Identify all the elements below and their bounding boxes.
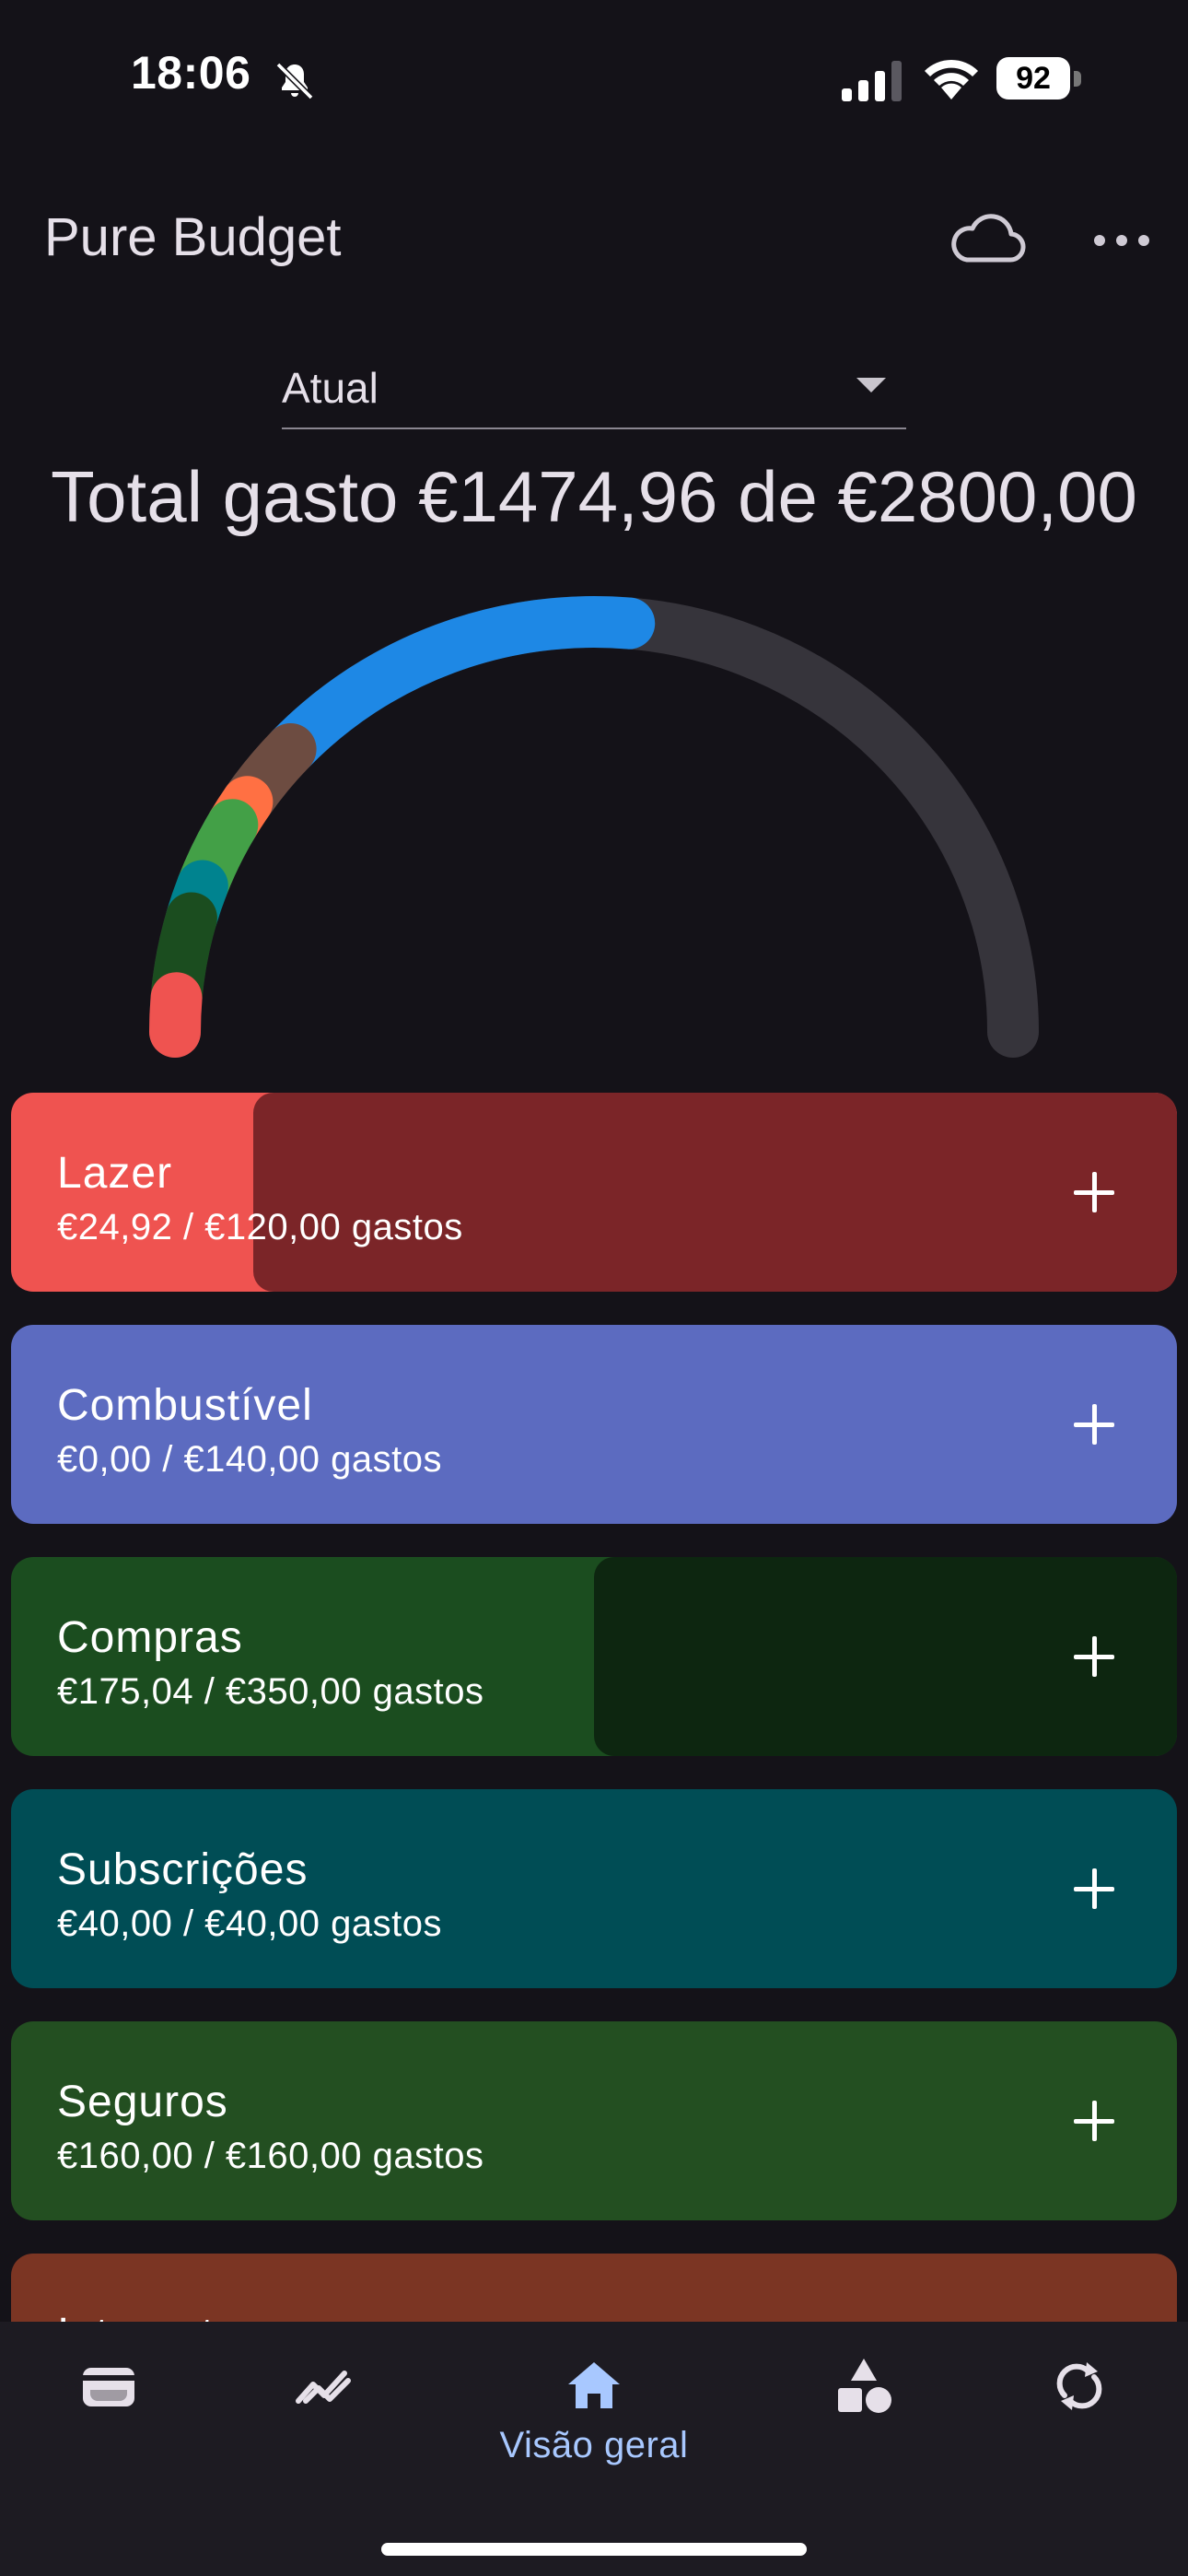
nav-overview[interactable]: Visão geral bbox=[500, 2353, 688, 2519]
category-name: Seguros bbox=[57, 2078, 228, 2126]
nav-categories[interactable] bbox=[781, 2353, 947, 2519]
category-name: Compras bbox=[57, 1613, 243, 1662]
status-time: 18:06 bbox=[131, 47, 251, 99]
shapes-icon bbox=[838, 2359, 891, 2413]
nav-overview-label: Visão geral bbox=[499, 2425, 689, 2465]
category-amount: €175,04 / €350,00 gastos bbox=[57, 1671, 484, 1712]
battery-level: 92 bbox=[996, 57, 1070, 100]
home-indicator bbox=[381, 2543, 807, 2556]
add-expense-button[interactable] bbox=[1065, 1395, 1124, 1454]
category-card-internet[interactable]: Internet bbox=[11, 2254, 1177, 2322]
period-dropdown[interactable]: Atual bbox=[282, 352, 906, 429]
category-card-combustível[interactable]: Combustível €0,00 / €140,00 gastos bbox=[11, 1325, 1177, 1524]
battery-icon: 92 bbox=[996, 57, 1083, 101]
gauge-segment-6 bbox=[264, 596, 656, 776]
add-expense-button[interactable] bbox=[1065, 1859, 1124, 1918]
total-spent-summary: Total gasto €1474,96 de €2800,00 bbox=[51, 456, 1137, 537]
bell-muted-icon bbox=[275, 62, 314, 100]
nav-wallet[interactable] bbox=[26, 2353, 192, 2519]
home-icon bbox=[568, 2362, 620, 2408]
category-name: Subscrições bbox=[57, 1845, 309, 1894]
battery-tip bbox=[1074, 71, 1081, 87]
category-card-lazer[interactable]: Lazer €24,92 / €120,00 gastos bbox=[11, 1093, 1177, 1292]
gauge-segment-0 bbox=[149, 972, 203, 1058]
category-amount: €160,00 / €160,00 gastos bbox=[57, 2136, 484, 2176]
gauge-track bbox=[149, 596, 1039, 1058]
category-amount: €40,00 / €40,00 gastos bbox=[57, 1903, 442, 1944]
budget-gauge bbox=[149, 596, 1039, 1058]
category-name: Internet bbox=[57, 2309, 215, 2322]
trend-icon bbox=[296, 2371, 351, 2404]
app-title: Pure Budget bbox=[44, 207, 342, 267]
category-name: Combustível bbox=[57, 1381, 313, 1430]
category-remaining-bar bbox=[252, 1093, 1177, 1292]
dropdown-caret-icon bbox=[856, 378, 886, 392]
wallet-icon bbox=[83, 2368, 134, 2406]
sync-icon bbox=[1056, 2362, 1102, 2410]
bottom-navigation: Visão geral bbox=[0, 2322, 1188, 2576]
category-card-compras[interactable]: Compras €175,04 / €350,00 gastos bbox=[11, 1557, 1177, 1756]
cellular-signal-icon bbox=[842, 61, 902, 101]
category-amount: €0,00 / €140,00 gastos bbox=[57, 1439, 442, 1480]
wifi-icon bbox=[925, 59, 978, 100]
more-options-icon[interactable] bbox=[1087, 217, 1157, 263]
category-card-seguros[interactable]: Seguros €160,00 / €160,00 gastos bbox=[11, 2021, 1177, 2220]
category-name: Lazer bbox=[57, 1149, 173, 1198]
cloud-sync-icon[interactable] bbox=[949, 208, 1028, 273]
nav-recurring[interactable] bbox=[996, 2353, 1162, 2519]
category-card-subscrições[interactable]: Subscrições €40,00 / €40,00 gastos bbox=[11, 1789, 1177, 1988]
add-expense-button[interactable] bbox=[1065, 1163, 1124, 1222]
nav-trends[interactable] bbox=[241, 2353, 407, 2519]
add-expense-button[interactable] bbox=[1065, 1627, 1124, 1686]
period-dropdown-value: Atual bbox=[282, 364, 379, 412]
category-amount: €24,92 / €120,00 gastos bbox=[57, 1207, 463, 1247]
add-expense-button[interactable] bbox=[1065, 2091, 1124, 2150]
